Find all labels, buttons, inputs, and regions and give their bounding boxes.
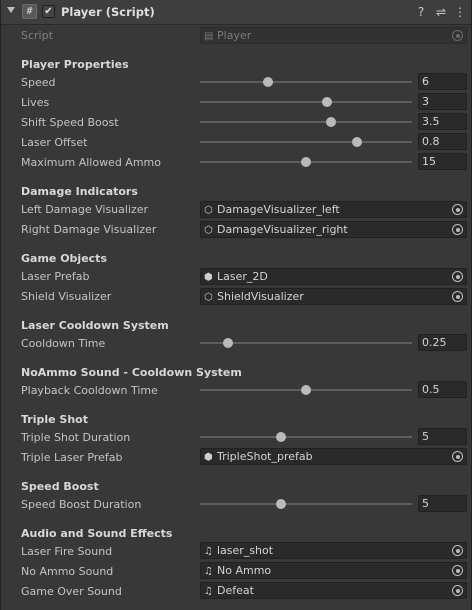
gameobject-icon: ⬡ <box>204 225 213 236</box>
playback-cooldown-label: Playback Cooldown Time <box>21 384 158 397</box>
shift-speed-boost-input[interactable]: 3.5 <box>418 113 467 130</box>
no-ammo-sound-label: No Ammo Sound <box>21 565 114 578</box>
gameobject-icon: ⬡ <box>204 205 213 216</box>
shield-visualizer-field[interactable]: ⬡ ShieldVisualizer <box>200 288 467 305</box>
inspector-panel: # ✔ Player (Script) ? ⇌ ⋮ Script ▤ Player… <box>0 0 472 610</box>
component-title: Player (Script) <box>61 5 155 19</box>
laser-prefab-field[interactable]: ⬢ Laser_2D <box>200 268 467 285</box>
cooldown-time-input[interactable]: 0.25 <box>418 334 467 351</box>
game-over-sound-field[interactable]: ♫ Defeat <box>200 582 467 599</box>
laser-fire-sound-value: laser_shot <box>217 544 274 557</box>
max-ammo-label: Maximum Allowed Ammo <box>21 156 161 169</box>
object-picker-icon[interactable] <box>452 271 463 282</box>
object-picker-icon[interactable] <box>452 291 463 302</box>
section-laser-cooldown: Laser Cooldown System <box>21 319 169 332</box>
help-icon[interactable]: ? <box>413 4 429 20</box>
game-over-sound-label: Game Over Sound <box>21 585 122 598</box>
object-picker-icon[interactable] <box>452 585 463 596</box>
laser-prefab-label: Laser Prefab <box>21 270 90 283</box>
left-damage-label: Left Damage Visualizer <box>21 203 149 216</box>
slider-thumb[interactable] <box>301 385 311 395</box>
more-options-icon[interactable]: ⋮ <box>452 4 468 20</box>
slider-thumb[interactable] <box>275 499 286 509</box>
slider-thumb[interactable] <box>351 137 362 147</box>
object-picker-icon[interactable] <box>452 565 463 576</box>
slider-thumb[interactable] <box>301 157 311 167</box>
playback-cooldown-input[interactable]: 0.5 <box>418 381 467 398</box>
laser-fire-sound-field[interactable]: ♫ laser_shot <box>200 542 467 559</box>
max-ammo-input[interactable]: 15 <box>418 153 467 170</box>
object-picker-icon[interactable] <box>452 204 463 215</box>
section-player-properties: Player Properties <box>21 58 129 71</box>
lives-slider[interactable] <box>200 97 412 107</box>
foldout-arrow-icon[interactable] <box>7 7 15 13</box>
object-picker-icon[interactable] <box>452 451 463 462</box>
lives-input[interactable]: 3 <box>418 93 467 110</box>
script-icon: # <box>22 4 37 19</box>
speed-input[interactable]: 6 <box>418 73 467 90</box>
speed-boost-duration-input[interactable]: 5 <box>418 495 467 512</box>
script-value: Player <box>217 29 252 42</box>
triple-shot-duration-input[interactable]: 5 <box>418 428 467 445</box>
right-damage-value: DamageVisualizer_right <box>217 223 348 236</box>
laser-offset-label: Laser Offset <box>21 136 88 149</box>
prefab-icon: ⬢ <box>204 272 213 283</box>
cooldown-time-slider[interactable] <box>200 338 412 348</box>
preset-settings-icon[interactable]: ⇌ <box>433 4 449 20</box>
shield-visualizer-label: Shield Visualizer <box>21 290 112 303</box>
laser-offset-input[interactable]: 0.8 <box>418 133 467 150</box>
laser-fire-sound-label: Laser Fire Sound <box>21 545 113 558</box>
section-triple-shot: Triple Shot <box>21 413 88 426</box>
no-ammo-sound-field[interactable]: ♫ No Ammo <box>200 562 467 579</box>
audio-clip-icon: ♫ <box>204 566 213 577</box>
gameobject-icon: ⬡ <box>204 292 213 303</box>
object-picker-icon[interactable] <box>452 224 463 235</box>
laser-prefab-value: Laser_2D <box>217 270 268 283</box>
right-damage-field[interactable]: ⬡ DamageVisualizer_right <box>200 221 467 238</box>
game-over-sound-value: Defeat <box>217 584 254 597</box>
script-label: Script <box>21 29 53 42</box>
playback-cooldown-slider[interactable] <box>200 385 412 395</box>
section-game-objects: Game Objects <box>21 252 107 265</box>
component-header: # ✔ Player (Script) ? ⇌ ⋮ <box>1 0 471 25</box>
speed-boost-duration-label: Speed Boost Duration <box>21 498 142 511</box>
shield-visualizer-value: ShieldVisualizer <box>217 290 304 303</box>
speed-slider[interactable] <box>200 77 412 87</box>
audio-clip-icon: ♫ <box>204 546 213 557</box>
triple-shot-duration-label: Triple Shot Duration <box>21 431 131 444</box>
triple-laser-prefab-field[interactable]: ⬢ TripleShot_prefab <box>200 448 467 465</box>
triple-laser-prefab-label: Triple Laser Prefab <box>21 451 123 464</box>
left-damage-field[interactable]: ⬡ DamageVisualizer_left <box>200 201 467 218</box>
no-ammo-sound-value: No Ammo <box>217 564 272 577</box>
speed-boost-duration-slider[interactable] <box>200 499 412 509</box>
triple-shot-duration-slider[interactable] <box>200 432 412 442</box>
script-field: ▤ Player <box>200 27 467 44</box>
laser-offset-slider[interactable] <box>200 137 412 147</box>
audio-clip-icon: ♫ <box>204 586 213 597</box>
left-damage-value: DamageVisualizer_left <box>217 203 340 216</box>
slider-thumb[interactable] <box>262 77 273 87</box>
right-damage-label: Right Damage Visualizer <box>21 223 157 236</box>
speed-label: Speed <box>21 76 56 89</box>
slider-thumb[interactable] <box>275 432 286 442</box>
slider-thumb[interactable] <box>322 97 333 107</box>
section-speed-boost: Speed Boost <box>21 480 99 493</box>
triple-laser-prefab-value: TripleShot_prefab <box>217 450 313 463</box>
slider-thumb[interactable] <box>326 117 337 127</box>
slider-thumb[interactable] <box>222 338 233 348</box>
max-ammo-slider[interactable] <box>200 157 412 167</box>
cooldown-time-label: Cooldown Time <box>21 337 106 350</box>
enabled-checkbox[interactable]: ✔ <box>42 5 55 18</box>
object-picker-icon <box>452 30 463 41</box>
shift-speed-boost-label: Shift Speed Boost <box>21 116 119 129</box>
lives-label: Lives <box>21 96 50 109</box>
object-picker-icon[interactable] <box>452 545 463 556</box>
script-file-icon: ▤ <box>204 31 214 42</box>
section-noammo-sound: NoAmmo Sound - Cooldown System <box>21 366 242 379</box>
section-damage-indicators: Damage Indicators <box>21 185 138 198</box>
section-audio: Audio and Sound Effects <box>21 527 173 540</box>
prefab-icon: ⬢ <box>204 452 213 463</box>
shift-speed-boost-slider[interactable] <box>200 117 412 127</box>
